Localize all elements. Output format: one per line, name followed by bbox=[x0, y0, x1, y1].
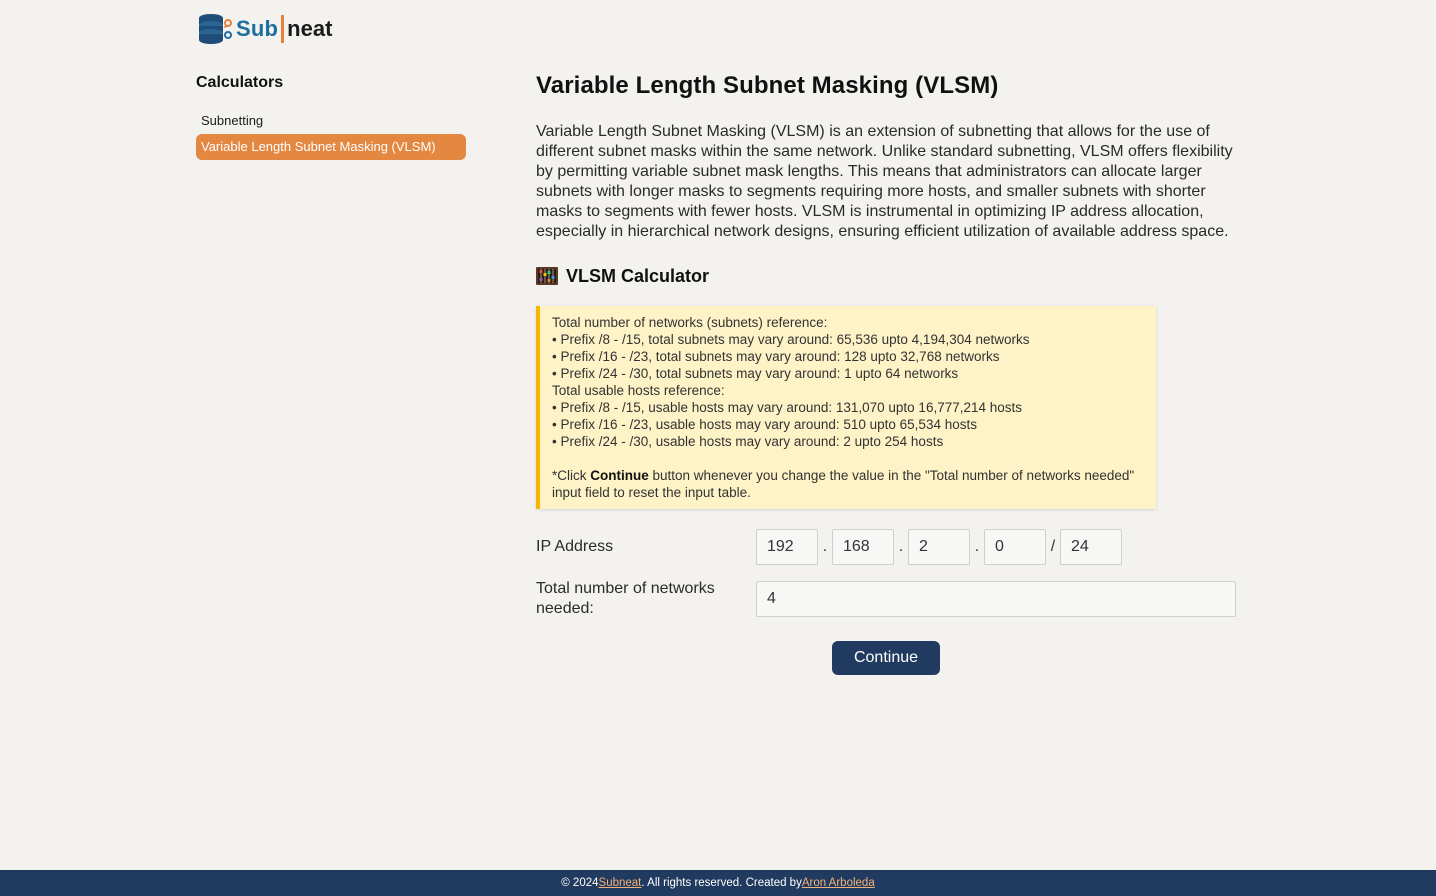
hosts-reference-line: • Prefix /16 - /23, usable hosts may var… bbox=[552, 417, 977, 432]
ip-address-group: . . . / bbox=[756, 529, 1122, 565]
continue-button[interactable]: Continue bbox=[832, 641, 940, 675]
ip-octet-4-input[interactable] bbox=[984, 529, 1046, 565]
logo-divider bbox=[281, 15, 285, 43]
sidebar: Calculators Subnetting Variable Length S… bbox=[196, 74, 468, 160]
hosts-reference-heading: Total usable hosts reference: bbox=[552, 383, 725, 398]
footer: © 2024 Subneat . All rights reserved. Cr… bbox=[0, 870, 1436, 896]
ip-octet-3-input[interactable] bbox=[908, 529, 970, 565]
networks-reference-line: • Prefix /24 - /30, total subnets may va… bbox=[552, 366, 959, 381]
hosts-reference-line: • Prefix /24 - /30, usable hosts may var… bbox=[552, 434, 944, 449]
ip-address-row: IP Address . . . / bbox=[536, 529, 1238, 565]
networks-reference-line: • Prefix /8 - /15, total subnets may var… bbox=[552, 332, 1030, 347]
networks-reference-heading: Total number of networks (subnets) refer… bbox=[552, 315, 828, 330]
sidebar-heading: Calculators bbox=[196, 74, 284, 91]
prefix-length-input[interactable] bbox=[1060, 529, 1122, 565]
networks-needed-row: Total number of networks needed: bbox=[536, 579, 1238, 619]
logo-text-neat: neat bbox=[287, 16, 333, 41]
footer-copyright: © 2024 bbox=[561, 877, 599, 889]
abacus-icon bbox=[536, 267, 558, 285]
footer-author-link[interactable]: Aron Arboleda bbox=[802, 877, 875, 889]
continue-button-wrap: Continue bbox=[536, 641, 1238, 675]
sidebar-item-vlsm[interactable]: Variable Length Subnet Masking (VLSM) bbox=[196, 134, 466, 160]
footnote-continue-emphasis: Continue bbox=[590, 468, 649, 483]
footer-site-link[interactable]: Subneat bbox=[599, 877, 642, 889]
ip-address-label: IP Address bbox=[536, 538, 614, 555]
calculator-title: VLSM Calculator bbox=[566, 265, 710, 286]
networks-needed-label: Total number of networks needed: bbox=[536, 580, 715, 617]
hosts-reference-line: • Prefix /8 - /15, usable hosts may vary… bbox=[552, 400, 1023, 415]
page-title: Variable Length Subnet Masking (VLSM) bbox=[536, 72, 999, 99]
main-content: Variable Length Subnet Masking (VLSM) Va… bbox=[536, 72, 1238, 675]
reference-notice: Total number of networks (subnets) refer… bbox=[536, 306, 1156, 509]
notice-footnote: *Click Continue button whenever you chan… bbox=[552, 468, 1135, 500]
ip-dot-separator: . bbox=[898, 538, 904, 555]
footer-rights-text: . All rights reserved. Created by bbox=[641, 877, 802, 889]
calculator-heading: VLSM Calculator bbox=[536, 264, 1238, 288]
ip-octet-1-input[interactable] bbox=[756, 529, 818, 565]
logo[interactable]: Sub neat bbox=[198, 12, 332, 46]
intro-paragraph: Variable Length Subnet Masking (VLSM) is… bbox=[536, 123, 1233, 240]
logo-text-sub: Sub bbox=[236, 16, 279, 41]
networks-needed-input[interactable] bbox=[756, 581, 1236, 617]
ip-dot-separator: . bbox=[822, 538, 828, 555]
sidebar-item-subnetting[interactable]: Subnetting bbox=[196, 108, 468, 134]
networks-reference-line: • Prefix /16 - /23, total subnets may va… bbox=[552, 349, 1000, 364]
ip-octet-2-input[interactable] bbox=[832, 529, 894, 565]
prefix-slash-separator: / bbox=[1050, 538, 1056, 555]
database-icon bbox=[199, 14, 232, 44]
ip-dot-separator: . bbox=[974, 538, 980, 555]
